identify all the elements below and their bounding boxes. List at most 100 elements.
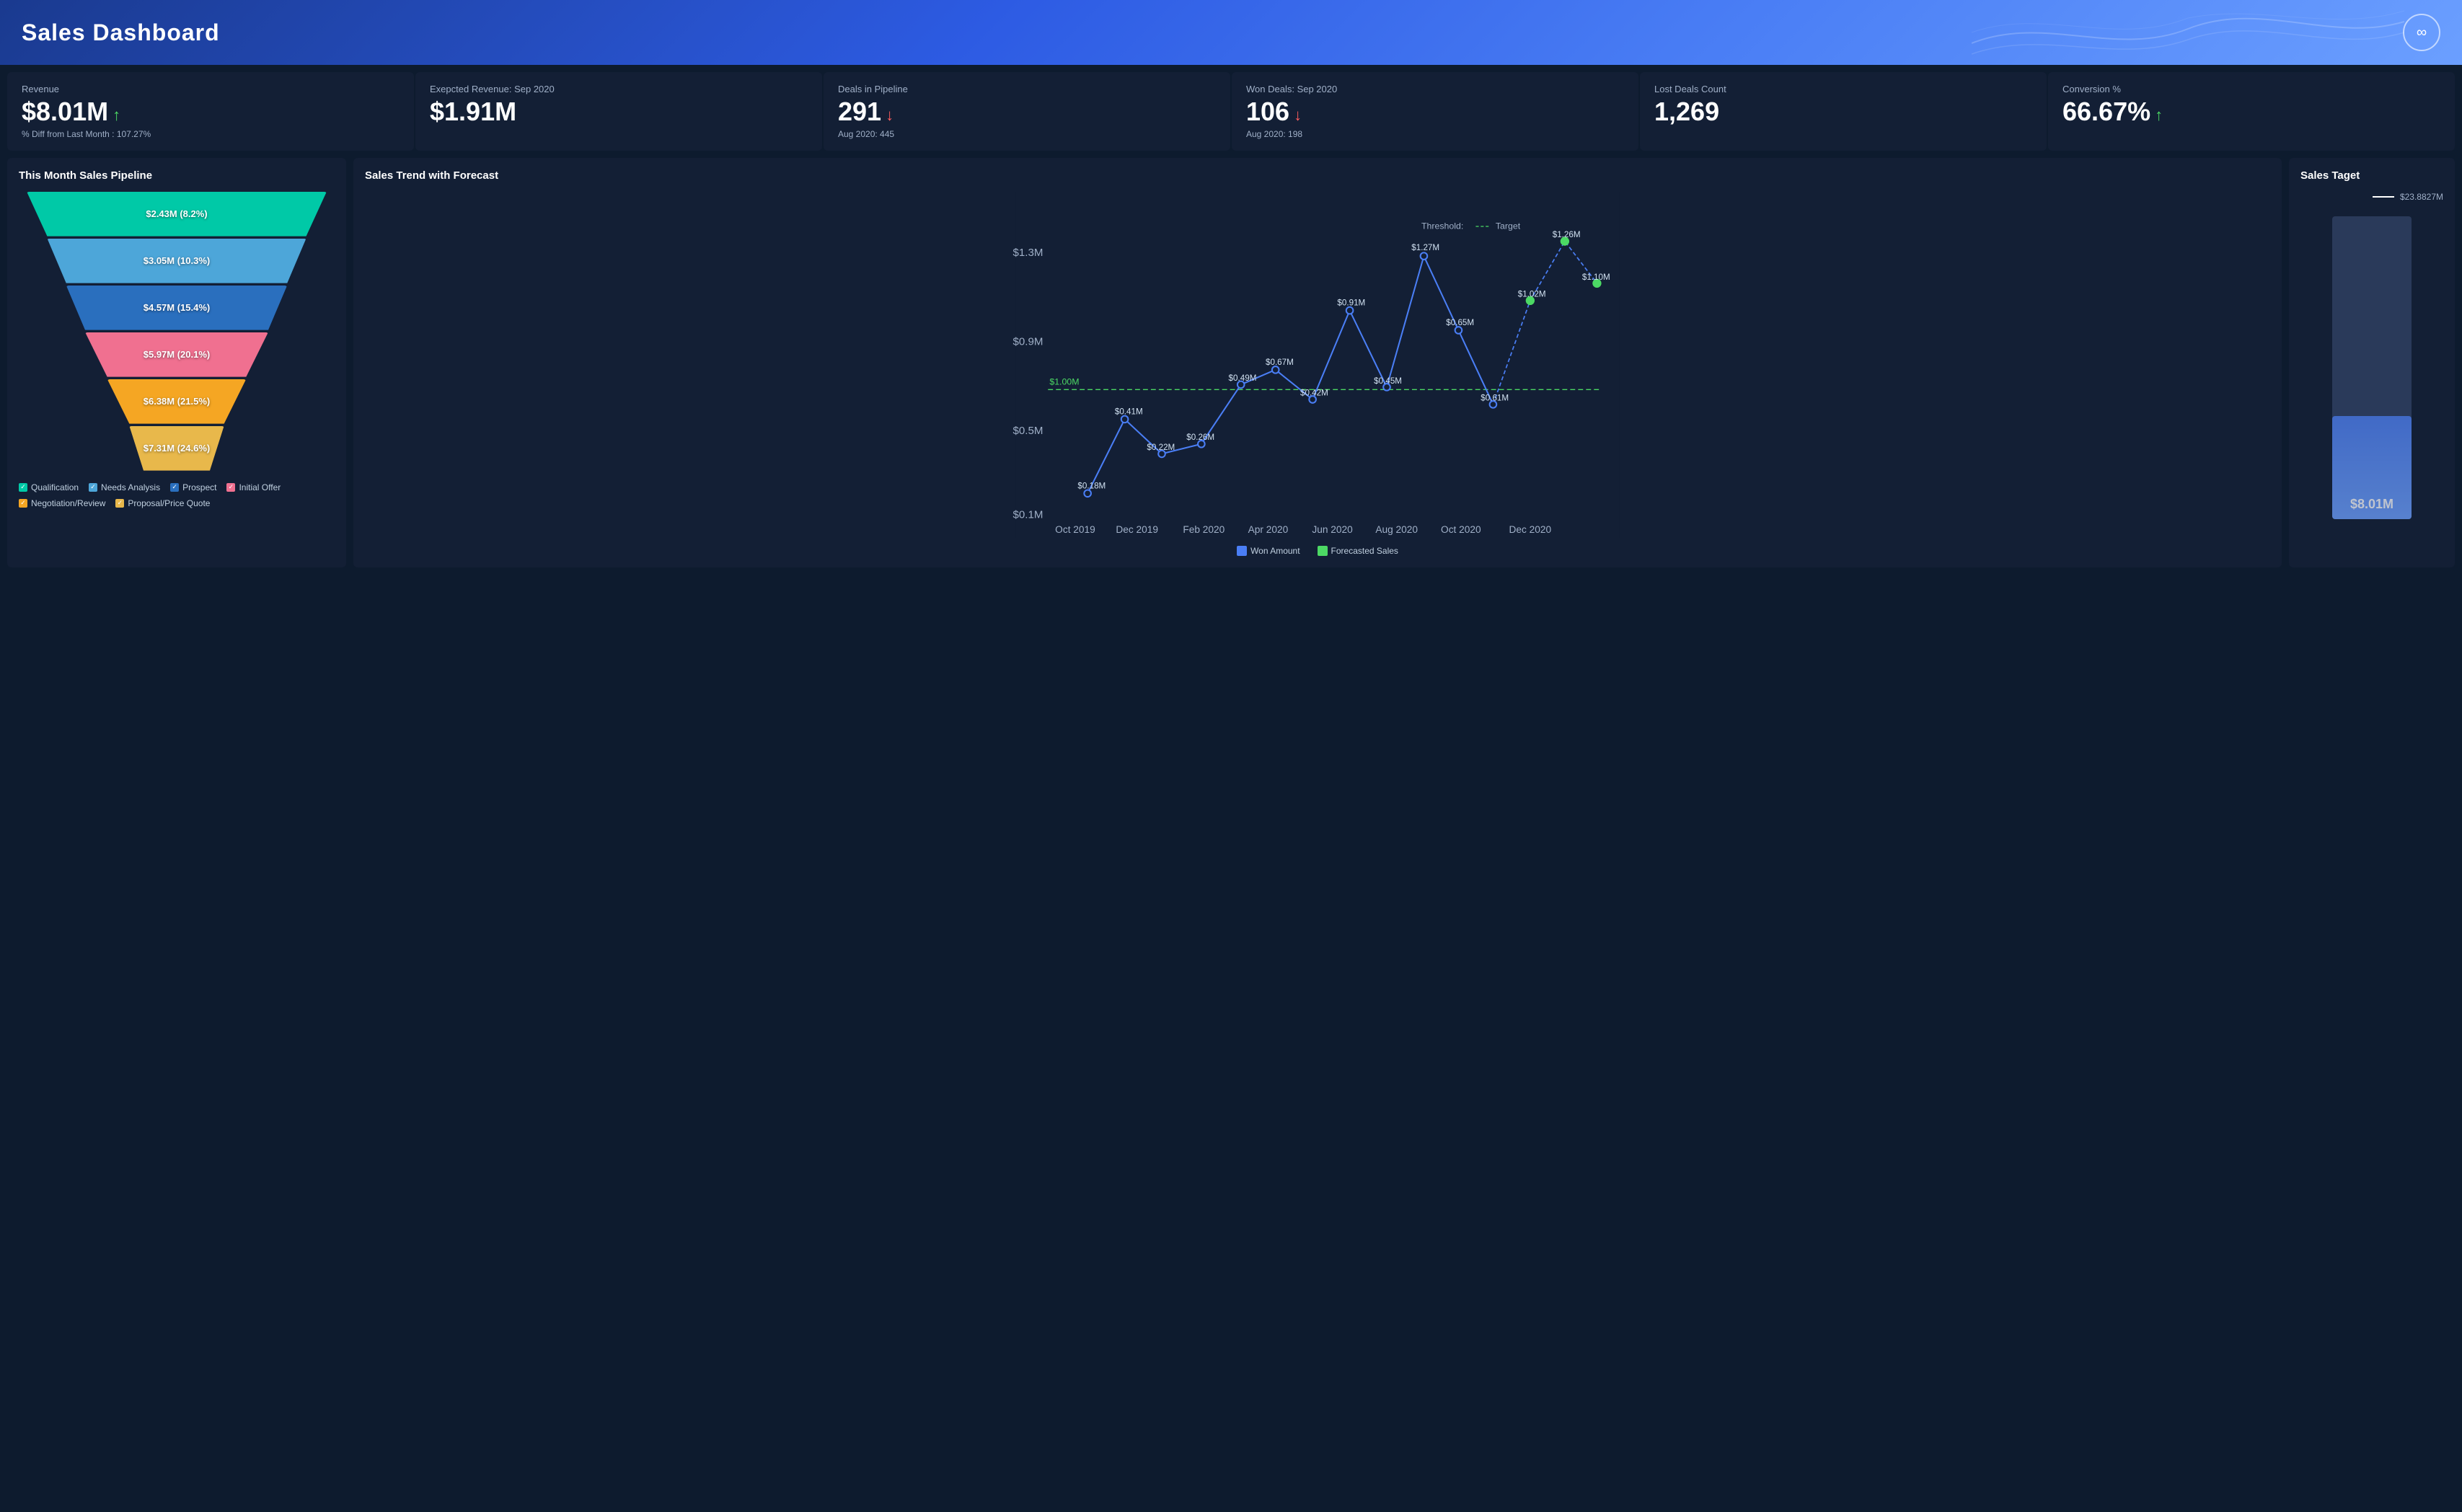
kpi-pipeline-value: 291 xyxy=(838,97,881,126)
trend-chart-svg: $0.1M $0.5M $0.9M $1.3M $1.00M Threshold… xyxy=(365,192,2270,538)
dashboard-title: Sales Dashboard xyxy=(22,19,220,46)
legend-color-5: ✓ xyxy=(115,499,124,508)
svg-text:$0.26M: $0.26M xyxy=(1186,433,1214,442)
svg-text:Jun 2020: Jun 2020 xyxy=(1312,524,1353,535)
svg-text:$1.00M: $1.00M xyxy=(1049,376,1079,386)
funnel-legend: ✓Qualification✓Needs Analysis✓Prospect✓I… xyxy=(19,482,335,508)
svg-text:$1.27M: $1.27M xyxy=(1411,243,1439,252)
legend-won-dot xyxy=(1237,546,1247,556)
funnel-slice-label-0: $2.43M (8.2%) xyxy=(146,208,207,219)
target-bar-fill: $8.01M xyxy=(2332,416,2412,519)
svg-text:$1.02M: $1.02M xyxy=(1518,289,1546,299)
svg-text:$0.45M: $0.45M xyxy=(1374,376,1402,386)
funnel-slice-4: $6.38M (21.5%) xyxy=(107,379,247,424)
svg-text:Aug 2020: Aug 2020 xyxy=(1375,524,1418,535)
legend-label-0: Qualification xyxy=(31,482,79,492)
header-logo-icon: ∞ xyxy=(2403,14,2440,51)
legend-forecast: Forecasted Sales xyxy=(1318,546,1398,556)
kpi-expected-revenue: Exepcted Revenue: Sep 2020 $1.91M xyxy=(415,72,822,151)
kpi-pipeline-label: Deals in Pipeline xyxy=(838,84,1216,94)
kpi-conversion: Conversion % 66.67% ↑ xyxy=(2048,72,2455,151)
funnel-slice-3: $5.97M (20.1%) xyxy=(85,332,268,377)
target-bar-outer: $8.01M xyxy=(2332,216,2412,519)
target-threshold-row: $23.8827M xyxy=(2300,192,2443,202)
kpi-lost-label: Lost Deals Count xyxy=(1654,84,2032,94)
legend-color-0: ✓ xyxy=(19,483,27,492)
legend-forecast-dot xyxy=(1318,546,1328,556)
funnel-slice-label-1: $3.05M (10.3%) xyxy=(144,255,211,266)
svg-text:$0.67M: $0.67M xyxy=(1266,358,1294,367)
svg-text:$0.1M: $0.1M xyxy=(1013,508,1044,521)
funnel-slice-0: $2.43M (8.2%) xyxy=(27,192,327,236)
kpi-row: Revenue $8.01M ↑ % Diff from Last Month … xyxy=(0,65,2462,158)
legend-won-label: Won Amount xyxy=(1250,546,1300,556)
kpi-expected-value: $1.91M xyxy=(430,97,808,126)
kpi-expected-label: Exepcted Revenue: Sep 2020 xyxy=(430,84,808,94)
chart-svg-wrapper: $0.1M $0.5M $0.9M $1.3M $1.00M Threshold… xyxy=(365,192,2270,541)
funnel-slice-1: $3.05M (10.3%) xyxy=(47,239,306,283)
svg-text:$0.65M: $0.65M xyxy=(1446,318,1474,327)
kpi-pipeline-arrow: ↓ xyxy=(886,106,894,125)
kpi-lost-value: 1,269 xyxy=(1654,97,2032,126)
svg-text:Oct 2020: Oct 2020 xyxy=(1441,524,1481,535)
target-card: Sales Taget $23.8827M $8.01M xyxy=(2289,158,2455,567)
legend-won-amount: Won Amount xyxy=(1237,546,1300,556)
kpi-won-sub: Aug 2020: 198 xyxy=(1246,129,1624,139)
target-threshold-line xyxy=(2373,196,2394,198)
kpi-revenue-value: $8.01M xyxy=(22,97,108,126)
svg-text:$1.26M: $1.26M xyxy=(1553,230,1581,239)
funnel-card: This Month Sales Pipeline $2.43M (8.2%)$… xyxy=(7,158,346,567)
kpi-revenue-arrow: ↑ xyxy=(112,106,120,125)
legend-label-5: Proposal/Price Quote xyxy=(128,498,210,508)
chart-card: Sales Trend with Forecast $0.1M $0.5M $0… xyxy=(353,158,2282,567)
svg-text:$1.3M: $1.3M xyxy=(1013,247,1044,259)
funnel-slice-5: $7.31M (24.6%) xyxy=(129,426,224,471)
legend-color-3: ✓ xyxy=(226,483,235,492)
legend-label-1: Needs Analysis xyxy=(101,482,160,492)
kpi-won-value: 106 xyxy=(1246,97,1289,126)
target-title: Sales Taget xyxy=(2300,169,2443,182)
svg-text:$0.22M: $0.22M xyxy=(1147,443,1175,452)
svg-text:$0.42M: $0.42M xyxy=(1300,388,1328,397)
svg-text:$0.49M: $0.49M xyxy=(1229,373,1257,383)
funnel-slice-label-5: $7.31M (24.6%) xyxy=(144,443,211,454)
target-current-value: $8.01M xyxy=(2332,497,2412,512)
kpi-lost-deals: Lost Deals Count 1,269 xyxy=(1640,72,2047,151)
kpi-revenue: Revenue $8.01M ↑ % Diff from Last Month … xyxy=(7,72,414,151)
svg-text:$0.5M: $0.5M xyxy=(1013,425,1044,437)
legend-item-1: ✓ Needs Analysis xyxy=(89,482,160,492)
funnel-slice-2: $4.57M (15.4%) xyxy=(66,286,288,330)
legend-color-1: ✓ xyxy=(89,483,97,492)
svg-text:$0.41M: $0.41M xyxy=(1115,407,1143,416)
funnel-slice-label-4: $6.38M (21.5%) xyxy=(144,396,211,407)
kpi-won-label: Won Deals: Sep 2020 xyxy=(1246,84,1624,94)
funnel-slice-label-3: $5.97M (20.1%) xyxy=(144,349,211,360)
svg-text:Dec 2020: Dec 2020 xyxy=(1509,524,1552,535)
svg-text:$0.61M: $0.61M xyxy=(1481,393,1509,402)
kpi-revenue-label: Revenue xyxy=(22,84,400,94)
dashboard-header: Sales Dashboard ∞ xyxy=(0,0,2462,65)
funnel-container: $2.43M (8.2%) $3.05M (10.3%) $4.57M (15.4%… xyxy=(19,192,335,471)
kpi-conversion-label: Conversion % xyxy=(2062,84,2440,94)
svg-text:Apr 2020: Apr 2020 xyxy=(1248,524,1289,535)
target-bar-container: $8.01M xyxy=(2300,216,2443,519)
kpi-won-deals: Won Deals: Sep 2020 106 ↓ Aug 2020: 198 xyxy=(1232,72,1638,151)
svg-text:Oct 2019: Oct 2019 xyxy=(1055,524,1095,535)
svg-text:Feb 2020: Feb 2020 xyxy=(1183,524,1225,535)
legend-forecast-label: Forecasted Sales xyxy=(1331,546,1398,556)
legend-label-3: Initial Offer xyxy=(239,482,281,492)
header-wave-decoration xyxy=(1972,0,2404,65)
kpi-won-arrow: ↓ xyxy=(1294,106,1302,125)
legend-color-2: ✓ xyxy=(170,483,179,492)
kpi-deals-pipeline: Deals in Pipeline 291 ↓ Aug 2020: 445 xyxy=(824,72,1230,151)
legend-color-4: ✓ xyxy=(19,499,27,508)
funnel-slice-label-2: $4.57M (15.4%) xyxy=(144,302,211,313)
legend-item-3: ✓ Initial Offer xyxy=(226,482,281,492)
svg-text:$0.9M: $0.9M xyxy=(1013,335,1044,348)
svg-text:$0.91M: $0.91M xyxy=(1337,298,1365,307)
chart-title: Sales Trend with Forecast xyxy=(365,169,2270,182)
legend-item-5: ✓ Proposal/Price Quote xyxy=(115,498,210,508)
funnel-title: This Month Sales Pipeline xyxy=(19,169,335,182)
kpi-conversion-value: 66.67% xyxy=(2062,97,2150,126)
legend-label-4: Negotiation/Review xyxy=(31,498,105,508)
